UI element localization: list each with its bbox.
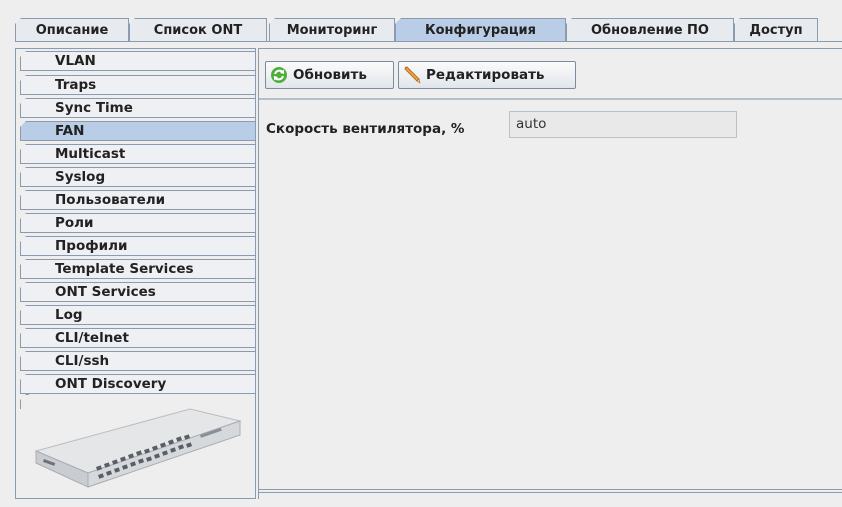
side-tab-panel: VLAN Traps Sync Time FAN Multicast Syslo… [15, 48, 256, 499]
refresh-button[interactable]: Обновить [265, 61, 394, 89]
side-tab-users[interactable]: Пользователи [20, 190, 255, 210]
tab-description[interactable]: Описание [15, 18, 129, 41]
fan-settings-panel: Обновить Редактировать Скорость вентилят… [258, 48, 842, 499]
tab-configuration[interactable]: Конфигурация [395, 18, 566, 41]
side-tab-multicast[interactable]: Multicast [20, 144, 255, 164]
side-tab-ont-discovery[interactable]: ONT Discovery [20, 374, 255, 394]
tab-ont-list[interactable]: Список ONT [129, 18, 267, 41]
side-tab-syslog[interactable]: Syslog [20, 167, 255, 187]
pencil-icon [404, 66, 421, 84]
side-tab-profiles[interactable]: Профили [20, 236, 255, 256]
toolbar-divider [259, 98, 842, 100]
side-tab-ont-services[interactable]: ONT Services [20, 282, 255, 302]
panel-bottom-border-inner [258, 492, 842, 493]
olt-device-image [34, 408, 242, 488]
tab-access[interactable]: Доступ [734, 18, 818, 41]
side-tab-fan[interactable]: FAN [20, 121, 255, 141]
tab-monitoring[interactable]: Мониторинг [269, 18, 395, 41]
tab-bar-divider [15, 41, 842, 42]
side-tab-sync-time[interactable]: Sync Time [20, 98, 255, 118]
panel-bottom-border [258, 489, 842, 490]
edit-button-label: Редактировать [426, 67, 545, 83]
side-tab-log[interactable]: Log [20, 305, 255, 325]
fan-speed-label: Скорость вентилятора, % [266, 121, 465, 137]
side-tab-cli-telnet[interactable]: CLI/telnet [20, 328, 255, 348]
side-tab-cli-ssh[interactable]: CLI/ssh [20, 351, 255, 371]
side-tab-end [20, 394, 29, 409]
side-tab-vlan[interactable]: VLAN [20, 51, 255, 71]
refresh-button-label: Обновить [293, 67, 367, 83]
fan-speed-field[interactable]: auto [509, 111, 737, 138]
side-tab-roles[interactable]: Роли [20, 213, 255, 233]
refresh-icon [271, 67, 287, 83]
side-tab-traps[interactable]: Traps [20, 75, 255, 95]
edit-button[interactable]: Редактировать [398, 61, 576, 89]
tab-firmware-update[interactable]: Обновление ПО [566, 18, 734, 41]
side-tab-template-services[interactable]: Template Services [20, 259, 255, 279]
